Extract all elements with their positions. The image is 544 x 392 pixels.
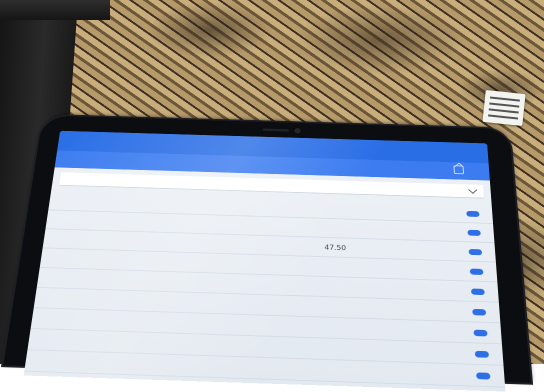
row-score: 47.50 bbox=[269, 241, 402, 253]
row-name bbox=[63, 201, 271, 207]
row-score bbox=[264, 368, 405, 373]
front-camera bbox=[294, 128, 300, 133]
row-status bbox=[405, 348, 489, 357]
status-pill[interactable] bbox=[468, 249, 482, 255]
score-table: 47.50 bbox=[24, 192, 506, 392]
row-status bbox=[401, 208, 480, 216]
row-score bbox=[263, 390, 406, 391]
share-icon[interactable] bbox=[453, 165, 463, 174]
row-name bbox=[60, 220, 270, 226]
row-name bbox=[52, 278, 268, 285]
sticker-label bbox=[482, 90, 525, 126]
row-status bbox=[403, 286, 485, 295]
chevron-down-icon bbox=[468, 186, 477, 194]
row-name bbox=[40, 361, 264, 368]
tablet-screen: 47.50 bbox=[24, 131, 506, 392]
row-score bbox=[270, 207, 401, 211]
row-score bbox=[265, 347, 405, 352]
row-name bbox=[43, 339, 265, 346]
row-status bbox=[402, 266, 483, 275]
row-score bbox=[267, 285, 403, 289]
row-name bbox=[46, 318, 266, 325]
status-pill[interactable] bbox=[472, 308, 486, 315]
row-score bbox=[266, 326, 404, 330]
row-score bbox=[270, 226, 402, 230]
speaker bbox=[263, 129, 290, 132]
row-status bbox=[405, 370, 490, 379]
status-pill[interactable] bbox=[475, 350, 489, 357]
status-pill[interactable] bbox=[470, 268, 484, 274]
row-name bbox=[57, 239, 269, 246]
row-status bbox=[402, 246, 482, 254]
status-pill[interactable] bbox=[471, 288, 485, 295]
tablet-device: 47.50 bbox=[3, 115, 531, 382]
row-status bbox=[404, 327, 488, 336]
status-pill[interactable] bbox=[473, 329, 487, 336]
row-name bbox=[49, 298, 267, 305]
status-pill[interactable] bbox=[467, 229, 480, 235]
row-name bbox=[54, 258, 268, 265]
row-score bbox=[268, 265, 402, 269]
wooden-frame-top bbox=[0, 0, 110, 20]
status-pill[interactable] bbox=[476, 372, 490, 379]
row-name bbox=[37, 383, 264, 391]
status-pill[interactable] bbox=[466, 210, 479, 216]
row-status bbox=[401, 227, 481, 235]
row-status bbox=[403, 306, 486, 315]
row-score bbox=[267, 305, 404, 309]
